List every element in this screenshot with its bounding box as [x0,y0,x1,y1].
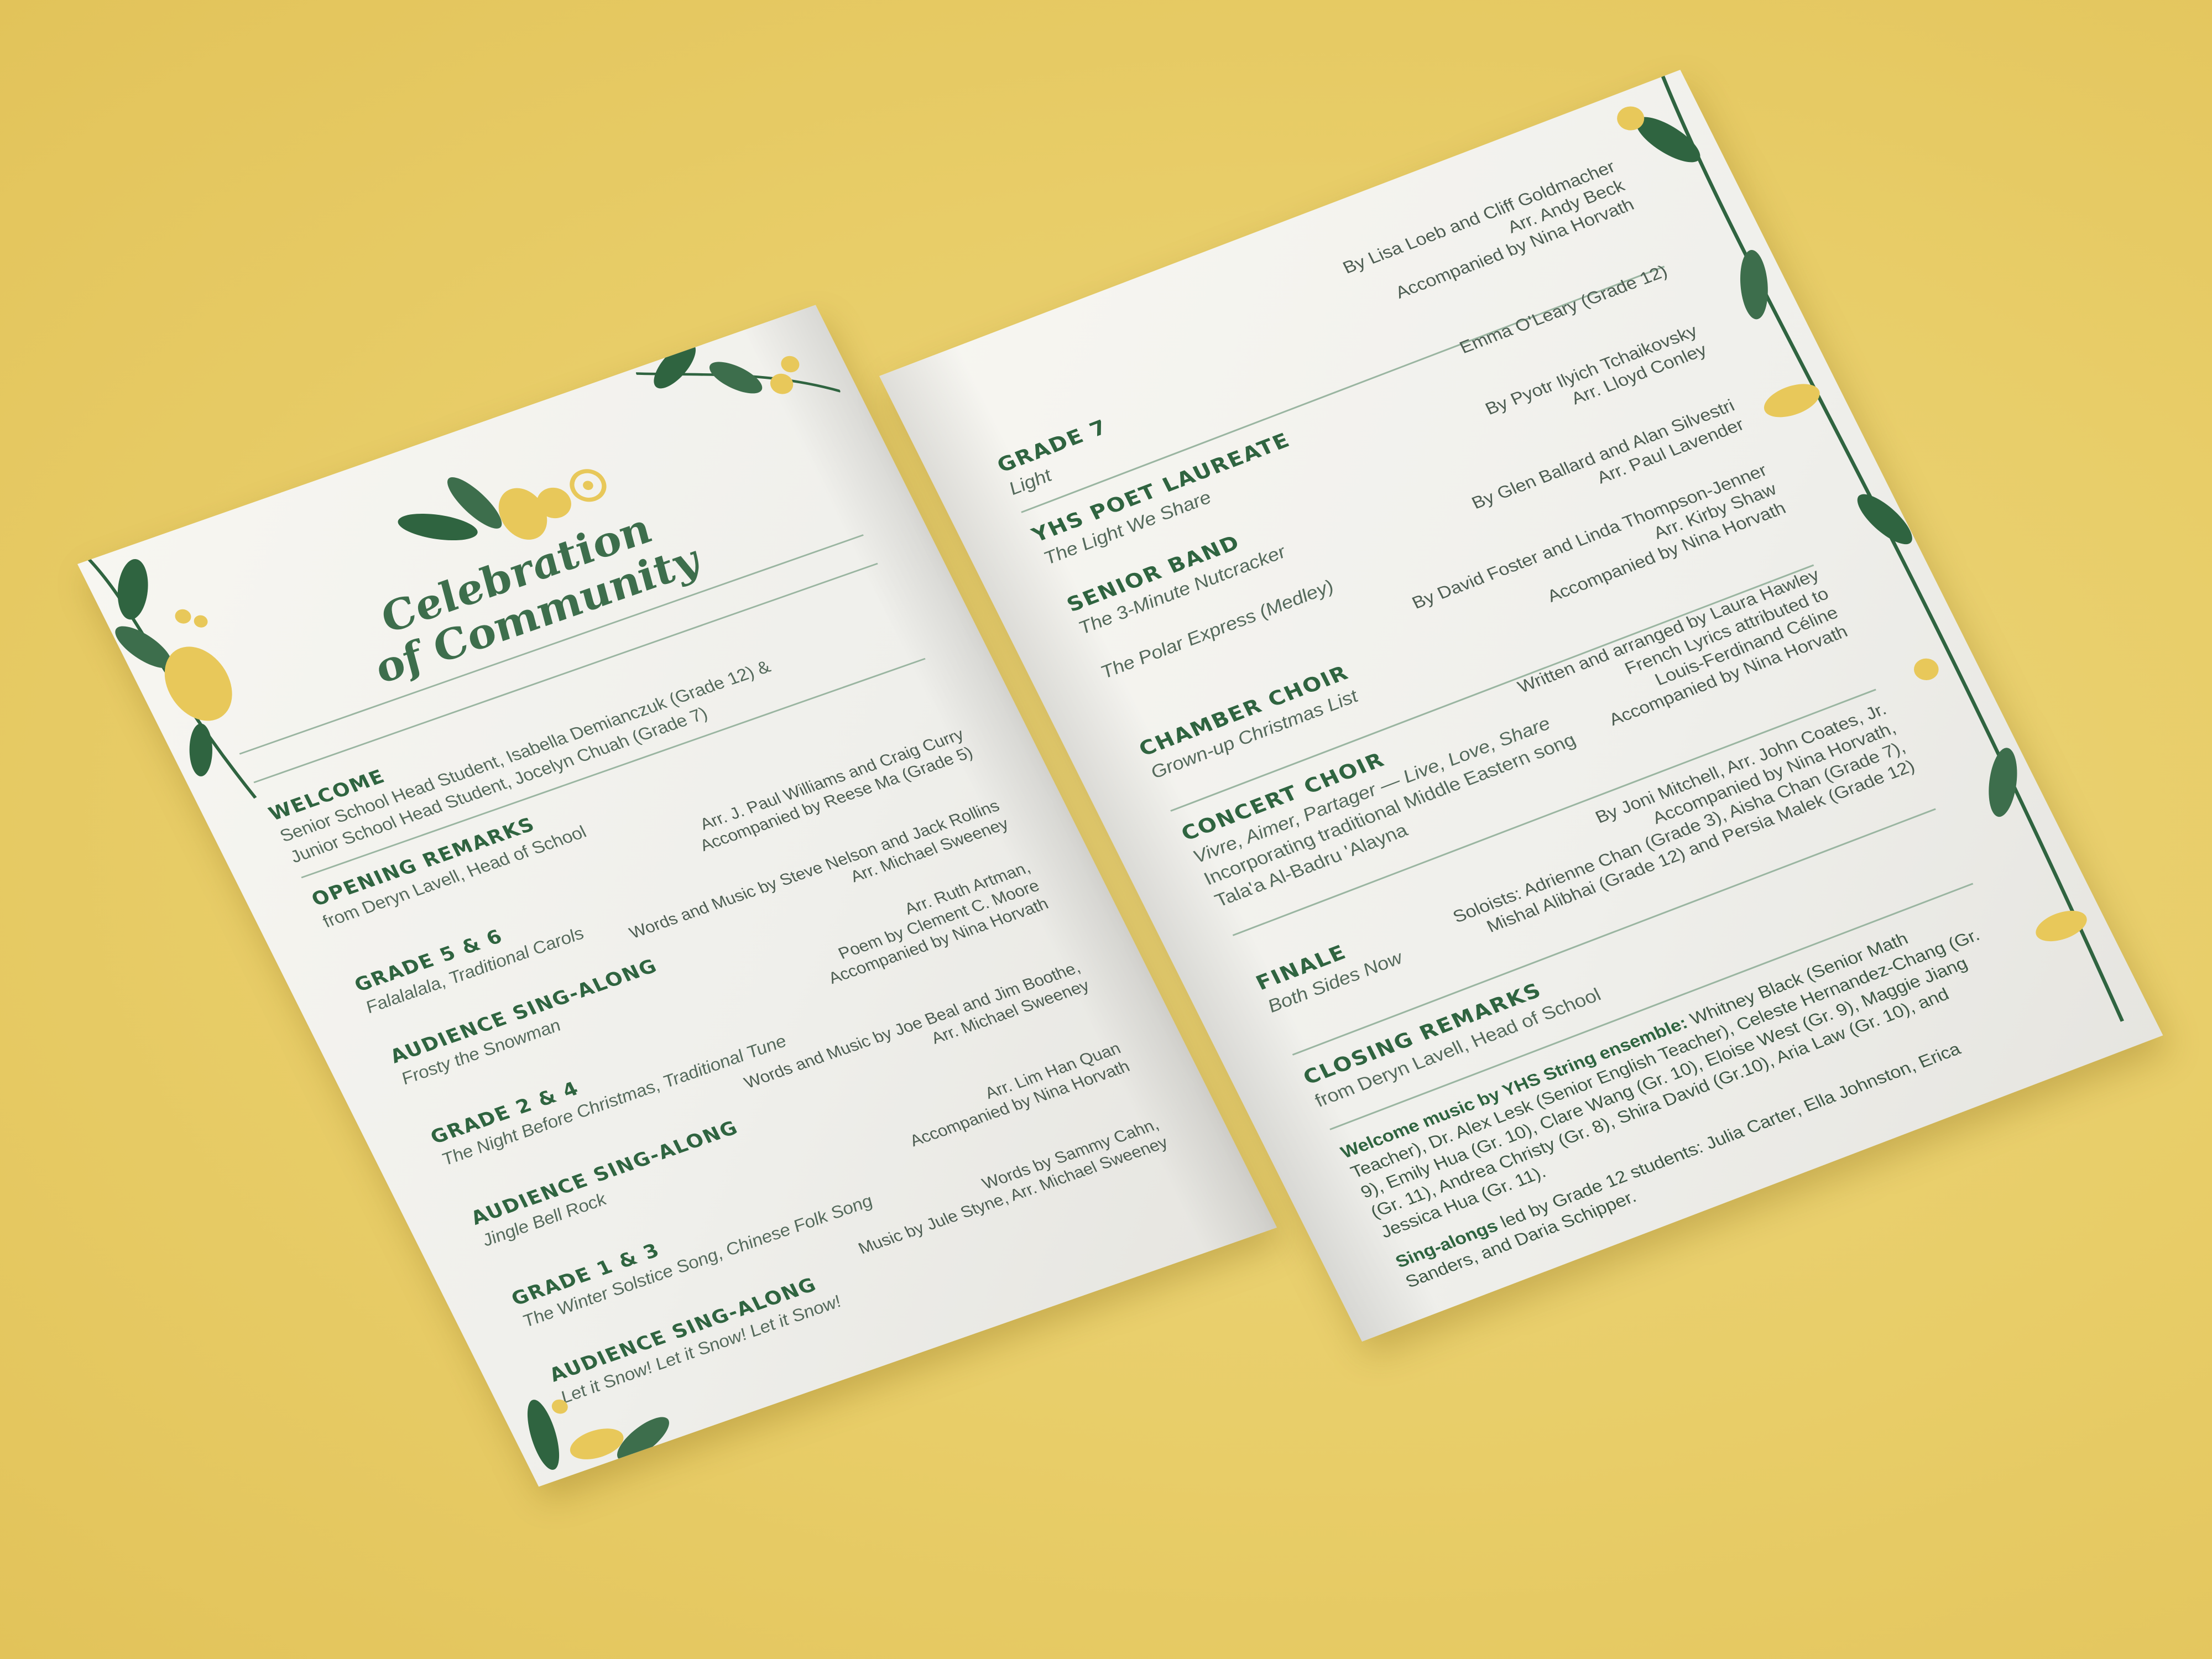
scene: Celebration of Community WELCOME Senior … [0,0,2212,1659]
